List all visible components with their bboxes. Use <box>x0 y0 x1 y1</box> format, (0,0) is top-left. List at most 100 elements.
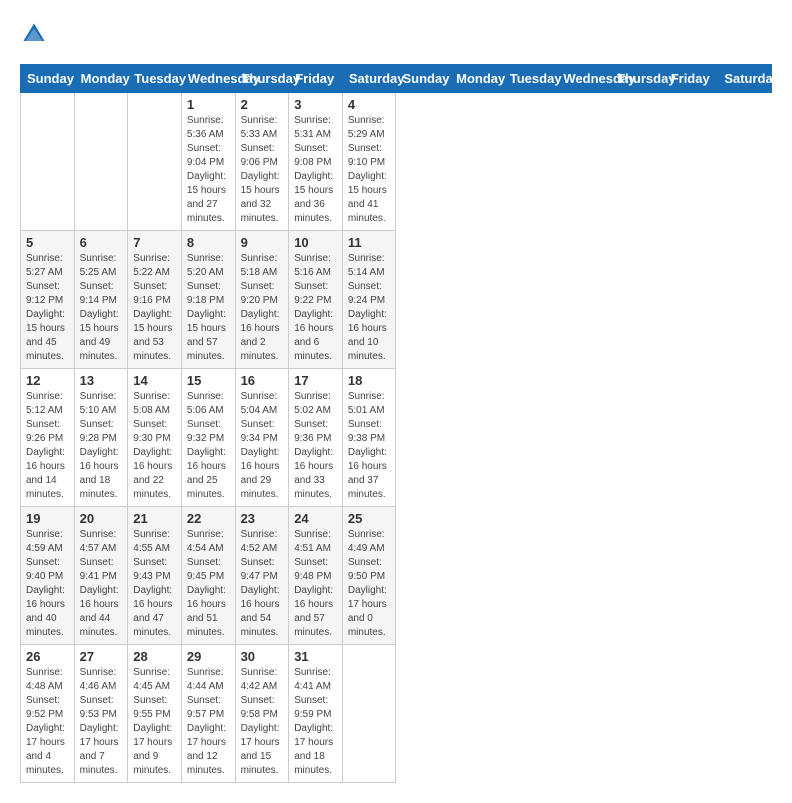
day-number: 29 <box>187 649 230 664</box>
day-content: Sunrise: 5:08 AM Sunset: 9:30 PM Dayligh… <box>133 390 176 502</box>
day-number: 17 <box>294 373 337 388</box>
calendar-cell <box>74 93 128 231</box>
day-content: Sunrise: 5:36 AM Sunset: 9:04 PM Dayligh… <box>187 114 230 226</box>
day-number: 21 <box>133 511 176 526</box>
day-number: 16 <box>241 373 284 388</box>
day-content: Sunrise: 5:27 AM Sunset: 9:12 PM Dayligh… <box>26 252 69 364</box>
day-header-sunday: Sunday <box>396 65 450 93</box>
calendar-cell: 22 Sunrise: 4:54 AM Sunset: 9:45 PM Dayli… <box>181 507 235 645</box>
day-header-tuesday: Tuesday <box>503 65 557 93</box>
day-header-monday: Monday <box>74 65 128 93</box>
day-header-wednesday: Wednesday <box>181 65 235 93</box>
day-header-wednesday: Wednesday <box>557 65 611 93</box>
day-number: 12 <box>26 373 69 388</box>
calendar-cell: 19Sunrise: 4:59 AM Sunset: 9:40 PM Dayli… <box>21 507 75 645</box>
calendar-cell: 21 Sunrise: 4:55 AM Sunset: 9:43 PM Dayli… <box>128 507 182 645</box>
day-header-sunday: Sunday <box>21 65 75 93</box>
day-content: Sunrise: 4:44 AM Sunset: 9:57 PM Dayligh… <box>187 666 230 778</box>
day-number: 18 <box>348 373 391 388</box>
day-content: Sunrise: 5:12 AM Sunset: 9:26 PM Dayligh… <box>26 390 69 502</box>
calendar-cell: 9Sunrise: 5:18 AM Sunset: 9:20 PM Daylig… <box>235 231 289 369</box>
day-number: 6 <box>80 235 123 250</box>
day-content: Sunrise: 4:49 AM Sunset: 9:50 PM Dayligh… <box>348 528 391 640</box>
day-content: Sunrise: 5:16 AM Sunset: 9:22 PM Dayligh… <box>294 252 337 364</box>
day-header-tuesday: Tuesday <box>128 65 182 93</box>
calendar-cell: 29 Sunrise: 4:44 AM Sunset: 9:57 PM Dayli… <box>181 645 235 783</box>
day-header-thursday: Thursday <box>611 65 665 93</box>
calendar-cell: 26 Sunrise: 4:48 AM Sunset: 9:52 PM Dayli… <box>21 645 75 783</box>
day-content: Sunrise: 5:02 AM Sunset: 9:36 PM Dayligh… <box>294 390 337 502</box>
day-number: 24 <box>294 511 337 526</box>
day-content: Sunrise: 5:06 AM Sunset: 9:32 PM Dayligh… <box>187 390 230 502</box>
calendar-cell: 4Sunrise: 5:29 AM Sunset: 9:10 PM Daylig… <box>342 93 396 231</box>
calendar-cell: 18 Sunrise: 5:01 AM Sunset: 9:38 PM Dayli… <box>342 369 396 507</box>
calendar-cell: 14Sunrise: 5:08 AM Sunset: 9:30 PM Dayli… <box>128 369 182 507</box>
calendar-cell: 10 Sunrise: 5:16 AM Sunset: 9:22 PM Dayli… <box>289 231 343 369</box>
logo-icon <box>20 20 48 48</box>
day-content: Sunrise: 5:14 AM Sunset: 9:24 PM Dayligh… <box>348 252 391 364</box>
calendar-week-row: 1 Sunrise: 5:36 AM Sunset: 9:04 PM Daylig… <box>21 93 772 231</box>
day-number: 27 <box>80 649 123 664</box>
day-number: 26 <box>26 649 69 664</box>
logo <box>20 20 52 48</box>
calendar-cell: 12 Sunrise: 5:12 AM Sunset: 9:26 PM Dayli… <box>21 369 75 507</box>
day-content: Sunrise: 5:01 AM Sunset: 9:38 PM Dayligh… <box>348 390 391 502</box>
day-content: Sunrise: 4:42 AM Sunset: 9:58 PM Dayligh… <box>241 666 284 778</box>
calendar-cell: 15Sunrise: 5:06 AM Sunset: 9:32 PM Dayli… <box>181 369 235 507</box>
day-header-saturday: Saturday <box>342 65 396 93</box>
day-header-friday: Friday <box>289 65 343 93</box>
day-header-saturday: Saturday <box>718 65 772 93</box>
calendar-cell: 27 Sunrise: 4:46 AM Sunset: 9:53 PM Dayli… <box>74 645 128 783</box>
calendar-cell: 6 Sunrise: 5:25 AM Sunset: 9:14 PM Daylig… <box>74 231 128 369</box>
day-content: Sunrise: 5:25 AM Sunset: 9:14 PM Dayligh… <box>80 252 123 364</box>
calendar-cell: 2Sunrise: 5:33 AM Sunset: 9:06 PM Daylig… <box>235 93 289 231</box>
calendar-cell: 11Sunrise: 5:14 AM Sunset: 9:24 PM Dayli… <box>342 231 396 369</box>
day-number: 30 <box>241 649 284 664</box>
day-content: Sunrise: 5:10 AM Sunset: 9:28 PM Dayligh… <box>80 390 123 502</box>
calendar-cell: 25 Sunrise: 4:49 AM Sunset: 9:50 PM Dayli… <box>342 507 396 645</box>
day-content: Sunrise: 5:29 AM Sunset: 9:10 PM Dayligh… <box>348 114 391 226</box>
calendar-cell: 20 Sunrise: 4:57 AM Sunset: 9:41 PM Dayli… <box>74 507 128 645</box>
calendar-cell: 28 Sunrise: 4:45 AM Sunset: 9:55 PM Dayli… <box>128 645 182 783</box>
day-content: Sunrise: 5:18 AM Sunset: 9:20 PM Dayligh… <box>241 252 284 364</box>
day-header-thursday: Thursday <box>235 65 289 93</box>
day-number: 1 <box>187 97 230 112</box>
calendar-cell: 30 Sunrise: 4:42 AM Sunset: 9:58 PM Dayli… <box>235 645 289 783</box>
calendar-week-row: 5Sunrise: 5:27 AM Sunset: 9:12 PM Daylig… <box>21 231 772 369</box>
calendar-cell: 24 Sunrise: 4:51 AM Sunset: 9:48 PM Dayli… <box>289 507 343 645</box>
calendar-cell: 17 Sunrise: 5:02 AM Sunset: 9:36 PM Dayli… <box>289 369 343 507</box>
calendar-cell: 3Sunrise: 5:31 AM Sunset: 9:08 PM Daylig… <box>289 93 343 231</box>
day-number: 10 <box>294 235 337 250</box>
calendar-week-row: 12 Sunrise: 5:12 AM Sunset: 9:26 PM Dayli… <box>21 369 772 507</box>
day-content: Sunrise: 4:55 AM Sunset: 9:43 PM Dayligh… <box>133 528 176 640</box>
calendar-header-row: SundayMondayTuesdayWednesdayThursdayFrid… <box>21 65 772 93</box>
calendar-cell: 13 Sunrise: 5:10 AM Sunset: 9:28 PM Dayli… <box>74 369 128 507</box>
day-number: 8 <box>187 235 230 250</box>
day-number: 22 <box>187 511 230 526</box>
day-content: Sunrise: 4:46 AM Sunset: 9:53 PM Dayligh… <box>80 666 123 778</box>
day-content: Sunrise: 4:41 AM Sunset: 9:59 PM Dayligh… <box>294 666 337 778</box>
day-content: Sunrise: 4:57 AM Sunset: 9:41 PM Dayligh… <box>80 528 123 640</box>
day-content: Sunrise: 4:54 AM Sunset: 9:45 PM Dayligh… <box>187 528 230 640</box>
day-number: 25 <box>348 511 391 526</box>
calendar-cell: 23Sunrise: 4:52 AM Sunset: 9:47 PM Dayli… <box>235 507 289 645</box>
day-content: Sunrise: 5:04 AM Sunset: 9:34 PM Dayligh… <box>241 390 284 502</box>
day-header-monday: Monday <box>450 65 504 93</box>
calendar-cell: 8Sunrise: 5:20 AM Sunset: 9:18 PM Daylig… <box>181 231 235 369</box>
day-content: Sunrise: 4:59 AM Sunset: 9:40 PM Dayligh… <box>26 528 69 640</box>
day-number: 20 <box>80 511 123 526</box>
day-number: 13 <box>80 373 123 388</box>
calendar-week-row: 19Sunrise: 4:59 AM Sunset: 9:40 PM Dayli… <box>21 507 772 645</box>
day-content: Sunrise: 5:31 AM Sunset: 9:08 PM Dayligh… <box>294 114 337 226</box>
calendar-cell: 7Sunrise: 5:22 AM Sunset: 9:16 PM Daylig… <box>128 231 182 369</box>
calendar-cell: 1 Sunrise: 5:36 AM Sunset: 9:04 PM Daylig… <box>181 93 235 231</box>
day-content: Sunrise: 4:45 AM Sunset: 9:55 PM Dayligh… <box>133 666 176 778</box>
calendar-cell <box>128 93 182 231</box>
day-content: Sunrise: 4:48 AM Sunset: 9:52 PM Dayligh… <box>26 666 69 778</box>
calendar-week-row: 26 Sunrise: 4:48 AM Sunset: 9:52 PM Dayli… <box>21 645 772 783</box>
day-number: 2 <box>241 97 284 112</box>
day-number: 23 <box>241 511 284 526</box>
day-number: 28 <box>133 649 176 664</box>
calendar-table: SundayMondayTuesdayWednesdayThursdayFrid… <box>20 64 772 783</box>
day-content: Sunrise: 4:51 AM Sunset: 9:48 PM Dayligh… <box>294 528 337 640</box>
